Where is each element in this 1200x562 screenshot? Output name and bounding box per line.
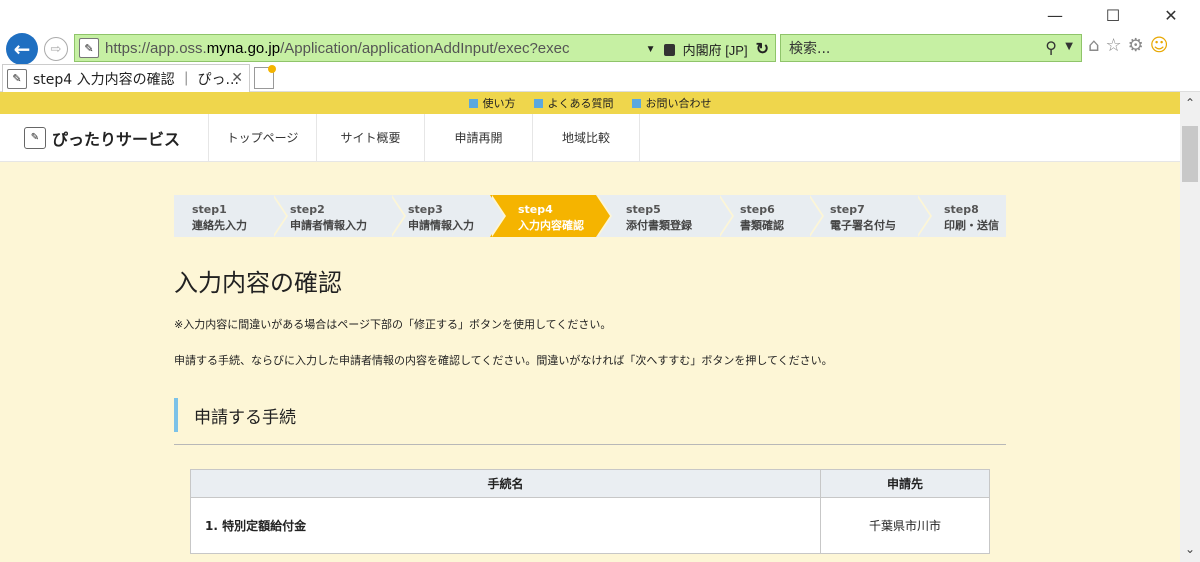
- step-item: step2 申請者情報入力: [272, 195, 406, 237]
- scroll-up-chevron-icon[interactable]: ⌃: [1180, 96, 1200, 112]
- utility-link-faq[interactable]: よくある質問: [533, 95, 614, 111]
- tab-close-icon[interactable]: ✕: [231, 70, 243, 86]
- scroll-down-chevron-icon[interactable]: ⌄: [1180, 542, 1200, 558]
- page-title: 入力内容の確認: [174, 269, 342, 297]
- smiley-icon[interactable]: ☺: [1150, 35, 1169, 56]
- search-icon[interactable]: ⚲: [1045, 38, 1057, 57]
- site-favicon-icon: ✎: [79, 38, 99, 58]
- refresh-icon[interactable]: ↻: [756, 39, 769, 59]
- nav-item-resume[interactable]: 申請再開: [424, 114, 532, 161]
- scrollbar-thumb[interactable]: [1182, 126, 1198, 182]
- site-logo[interactable]: ✎ ぴったりサービス: [0, 114, 208, 161]
- step-item: step5 添付書類登録: [596, 195, 734, 237]
- tab-title: step4 入力内容の確認 ｜ ぴっ...: [33, 71, 239, 88]
- navigation-row: ← ⇨ ✎ https://app.oss.myna.go.jp/Applica…: [0, 30, 1200, 65]
- search-dropdown-icon[interactable]: ▼: [1065, 41, 1073, 52]
- utility-link-howto[interactable]: 使い方: [468, 95, 516, 111]
- column-header-procedure: 手続名: [190, 469, 821, 498]
- home-icon[interactable]: ⌂: [1088, 35, 1099, 56]
- forward-arrow-icon[interactable]: ⇨: [44, 37, 68, 61]
- section-title: 申請する手続: [174, 398, 1006, 432]
- address-bar-tools: ▼ 内閣府 [JP] ↻: [646, 39, 769, 59]
- bullet-icon: [631, 98, 641, 108]
- procedure-name-cell: 1. 特別定額給付金: [190, 497, 821, 554]
- minimize-button[interactable]: —: [1026, 0, 1084, 30]
- search-placeholder: 検索...: [789, 41, 831, 57]
- back-arrow-icon[interactable]: ←: [6, 33, 38, 65]
- window-controls: — ☐ ✕: [1026, 0, 1200, 30]
- step-progress: step1 連絡先入力 step2 申請者情報入力 step3 申請情報入力 step…: [174, 195, 1006, 237]
- tab-row: ✎ step4 入力内容の確認 ｜ ぴっ... ✕: [0, 64, 1200, 92]
- table-row: 1. 特別定額給付金 千葉県市川市: [190, 497, 990, 554]
- procedure-table: 手続名 申請先 1. 特別定額給付金 千葉県市川市: [190, 469, 990, 554]
- section-divider: [174, 444, 1006, 445]
- column-header-destination: 申請先: [820, 469, 990, 498]
- new-tab-icon[interactable]: [254, 65, 276, 89]
- tab-active[interactable]: ✎ step4 入力内容の確認 ｜ ぴっ... ✕: [2, 64, 250, 92]
- utility-link-contact[interactable]: お問い合わせ: [631, 95, 712, 111]
- url-text: https://app.oss.myna.go.jp/Application/a…: [105, 39, 570, 57]
- close-button[interactable]: ✕: [1142, 0, 1200, 30]
- bullet-icon: [468, 98, 478, 108]
- global-nav: トップページ サイト概要 申請再開 地域比較: [208, 114, 640, 161]
- utility-bar: 使い方 よくある質問 お問い合わせ: [0, 92, 1180, 114]
- search-box[interactable]: 検索... ⚲ ▼: [780, 34, 1082, 62]
- main-content: step1 連絡先入力 step2 申請者情報入力 step3 申請情報入力 step…: [174, 195, 1006, 554]
- dropdown-arrow-icon[interactable]: ▼: [646, 44, 656, 55]
- toolbar-icons: ⌂ ☆ ⚙ ☺: [1088, 35, 1168, 56]
- lock-icon[interactable]: [663, 44, 675, 56]
- maximize-button[interactable]: ☐: [1084, 0, 1142, 30]
- nav-item-top[interactable]: トップページ: [208, 114, 316, 161]
- table-header-row: 手続名 申請先: [190, 469, 990, 498]
- site-header: ✎ ぴったりサービス トップページ サイト概要 申請再開 地域比較: [0, 114, 1180, 162]
- nav-item-region-compare[interactable]: 地域比較: [532, 114, 640, 161]
- vertical-scrollbar[interactable]: ⌃ ⌄: [1180, 92, 1200, 562]
- browser-chrome: — ☐ ✕ ← ⇨ ✎ https://app.oss.myna.go.jp/A…: [0, 0, 1200, 92]
- certificate-owner[interactable]: 内閣府 [JP]: [683, 40, 748, 59]
- tab-favicon-icon: ✎: [7, 68, 27, 89]
- destination-cell: 千葉県市川市: [820, 497, 990, 554]
- gear-icon[interactable]: ⚙: [1128, 35, 1144, 56]
- nav-item-overview[interactable]: サイト概要: [316, 114, 424, 161]
- star-icon[interactable]: ☆: [1105, 35, 1121, 56]
- step-item: step1 連絡先入力: [174, 195, 288, 237]
- page-viewport: 使い方 よくある質問 お問い合わせ ✎ ぴったりサービス トップページ サイト概…: [0, 92, 1180, 562]
- correction-note: ※入力内容に間違いがある場合はページ下部の「修正する」ボタンを使用してください。: [174, 318, 612, 331]
- logo-mark-icon: ✎: [24, 126, 46, 149]
- step-item: step7 電子署名付与: [808, 195, 932, 237]
- bullet-icon: [533, 98, 543, 108]
- confirmation-instructions: 申請する手続、ならびに入力した申請者情報の内容を確認してください。間違いがなけれ…: [174, 354, 833, 367]
- address-bar[interactable]: ✎ https://app.oss.myna.go.jp/Application…: [74, 34, 776, 62]
